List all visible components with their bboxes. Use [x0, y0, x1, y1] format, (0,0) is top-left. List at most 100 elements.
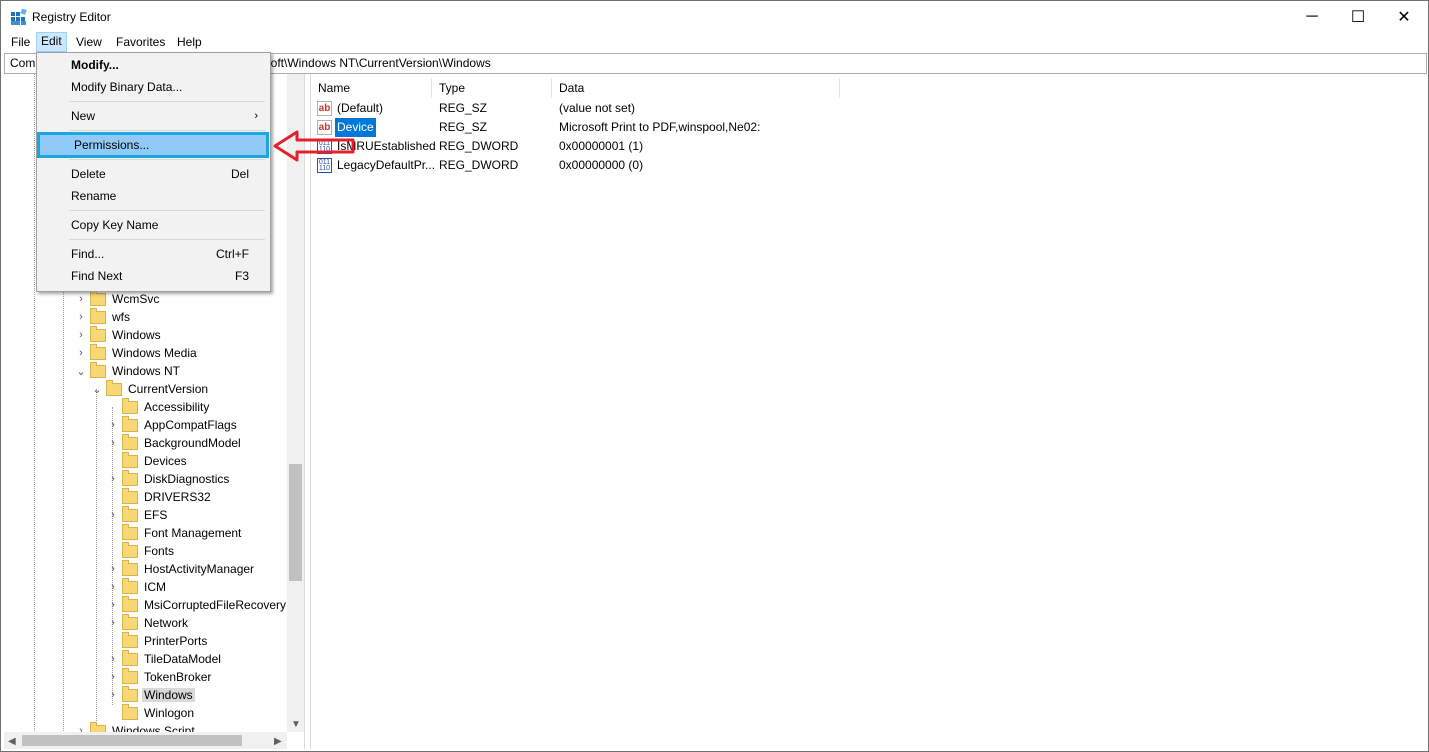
column-header-name[interactable]: Name — [311, 78, 432, 98]
value-row-selected[interactable]: ab Device REG_SZ Microsoft Print to PDF,… — [315, 118, 1415, 137]
address-prefix: Com — [10, 56, 36, 70]
minimize-button[interactable]: ─ — [1289, 1, 1335, 32]
tree-item-diskdiagnostics[interactable]: › DiskDiagnostics — [108, 469, 231, 488]
chevron-down-icon[interactable]: ⌄ — [76, 362, 86, 380]
menu-separator — [69, 210, 265, 211]
menu-help[interactable]: Help — [173, 33, 206, 51]
string-value-icon: ab — [317, 101, 332, 116]
chevron-right-icon[interactable]: › — [76, 344, 86, 362]
menu-item-permissions[interactable]: Permissions... — [37, 132, 269, 158]
scroll-left-arrow-icon[interactable]: ◀ — [8, 736, 16, 747]
tree-item-label: Windows NT — [112, 364, 181, 378]
menu-item-label: Permissions... — [74, 138, 150, 152]
close-button[interactable]: ✕ — [1381, 1, 1427, 32]
chevron-right-icon[interactable]: › — [108, 560, 118, 578]
tree-guide-line — [96, 389, 97, 749]
chevron-right-icon[interactable]: › — [76, 326, 86, 344]
tree-item-tiledatamodel[interactable]: › TileDataModel — [108, 649, 223, 668]
folder-icon — [122, 433, 138, 450]
value-row[interactable]: 011 110 IsMRUEstablished REG_DWORD 0x0000… — [315, 137, 1415, 156]
menu-item-copy-key-name[interactable]: Copy Key Name — [39, 214, 268, 236]
tree-item-label: DRIVERS32 — [144, 490, 211, 504]
tree-item-devices[interactable]: Devices — [108, 451, 189, 470]
tree-item-backgroundmodel[interactable]: › BackgroundModel — [108, 433, 243, 452]
menu-item-modify-binary[interactable]: Modify Binary Data... — [39, 76, 268, 98]
value-row[interactable]: 011 110 LegacyDefaultPr... REG_DWORD 0x00… — [315, 156, 1415, 175]
menu-item-modify[interactable]: Modify... — [39, 54, 268, 76]
tree-vertical-scrollbar[interactable] — [287, 74, 304, 732]
chevron-right-icon[interactable]: › — [108, 668, 118, 686]
tree-item-windows-selected[interactable]: › Windows — [108, 685, 195, 704]
value-data: 0x00000001 (1) — [559, 139, 644, 153]
chevron-right-icon[interactable]: › — [76, 290, 86, 308]
chevron-right-icon[interactable]: › — [108, 506, 118, 524]
value-row[interactable]: ab (Default) REG_SZ (value not set) — [315, 99, 1415, 118]
value-data: (value not set) — [559, 101, 636, 115]
menu-item-delete[interactable]: Delete Del — [39, 163, 268, 185]
tree-item-windows-nt[interactable]: ⌄ Windows NT — [76, 361, 182, 380]
tree-item-fonts[interactable]: Fonts — [108, 541, 176, 560]
chevron-right-icon[interactable]: › — [108, 614, 118, 632]
column-header-type[interactable]: Type — [432, 78, 552, 98]
tree-item-drivers32[interactable]: DRIVERS32 — [108, 487, 213, 506]
chevron-right-icon[interactable]: › — [108, 596, 118, 614]
menu-separator — [69, 239, 265, 240]
tree-item-label: MsiCorruptedFileRecovery — [144, 598, 287, 612]
values-list-pane[interactable]: Name Type Data ab (Default) REG_SZ (valu… — [310, 74, 1426, 749]
tree-item-label: Windows — [142, 688, 195, 702]
tree-item-accessibility[interactable]: Accessibility — [108, 397, 211, 416]
chevron-right-icon[interactable]: › — [108, 470, 118, 488]
chevron-right-icon[interactable]: › — [108, 686, 118, 704]
menu-item-find-next[interactable]: Find Next F3 — [39, 265, 268, 287]
tree-item-msicorruptedfilerecovery[interactable]: › MsiCorruptedFileRecovery — [108, 595, 288, 614]
menu-item-new[interactable]: New › — [39, 105, 268, 127]
tree-item-label: Accessibility — [144, 400, 210, 414]
column-header-data[interactable]: Data — [552, 78, 840, 98]
tree-item-winlogon[interactable]: Winlogon — [108, 703, 196, 722]
folder-icon — [122, 397, 138, 414]
menu-file[interactable]: File — [7, 33, 34, 51]
chevron-right-icon[interactable]: › — [76, 308, 86, 326]
tree-item-network[interactable]: › Network — [108, 613, 190, 632]
maximize-button[interactable]: ☐ — [1335, 1, 1381, 32]
value-type: REG_SZ — [439, 101, 488, 115]
menu-item-rename[interactable]: Rename — [39, 185, 268, 207]
tree-item-efs[interactable]: › EFS — [108, 505, 169, 524]
menu-item-label: New — [71, 109, 96, 123]
tree-item-label: Font Management — [144, 526, 242, 540]
scroll-right-arrow-icon[interactable]: ▶ — [274, 736, 282, 747]
folder-icon — [122, 523, 138, 540]
tree-item-wfs[interactable]: › wfs — [76, 307, 132, 326]
tree-item-tokenbroker[interactable]: › TokenBroker — [108, 667, 213, 686]
tree-item-hostactivitymanager[interactable]: › HostActivityManager — [108, 559, 256, 578]
scroll-down-arrow-icon[interactable]: ▼ — [291, 719, 301, 730]
tree-vertical-scroll-thumb[interactable] — [289, 464, 302, 581]
menu-view[interactable]: View — [72, 33, 106, 51]
tree-item-windows[interactable]: › Windows — [76, 325, 163, 344]
menu-favorites[interactable]: Favorites — [112, 33, 169, 51]
menu-item-find[interactable]: Find... Ctrl+F — [39, 243, 268, 265]
tree-item-appcompatflags[interactable]: › AppCompatFlags — [108, 415, 239, 434]
chevron-right-icon[interactable]: › — [108, 434, 118, 452]
tree-item-font-management[interactable]: Font Management — [108, 523, 243, 542]
tree-item-printerports[interactable]: PrinterPorts — [108, 631, 209, 650]
chevron-down-icon[interactable]: ⌄ — [92, 380, 102, 398]
tree-item-icm[interactable]: › ICM — [108, 577, 168, 596]
chevron-right-icon[interactable]: › — [108, 416, 118, 434]
tree-item-label: AppCompatFlags — [144, 418, 237, 432]
folder-icon — [122, 667, 138, 684]
shortcut-label: Ctrl+F — [216, 247, 249, 261]
folder-icon — [122, 415, 138, 432]
value-type: REG_SZ — [439, 120, 488, 134]
tree-item-wcmsvc[interactable]: › WcmSvc — [76, 289, 161, 308]
tree-item-windows-media[interactable]: › Windows Media — [76, 343, 199, 362]
folder-icon — [122, 541, 138, 558]
tree-item-currentversion[interactable]: ⌄ CurrentVersion — [92, 379, 210, 398]
menu-edit[interactable]: Edit — [36, 32, 67, 52]
value-data: 0x00000000 (0) — [559, 158, 644, 172]
tree-horizontal-scroll-thumb[interactable] — [22, 735, 242, 746]
chevron-right-icon[interactable]: › — [108, 578, 118, 596]
chevron-right-icon[interactable]: › — [108, 650, 118, 668]
